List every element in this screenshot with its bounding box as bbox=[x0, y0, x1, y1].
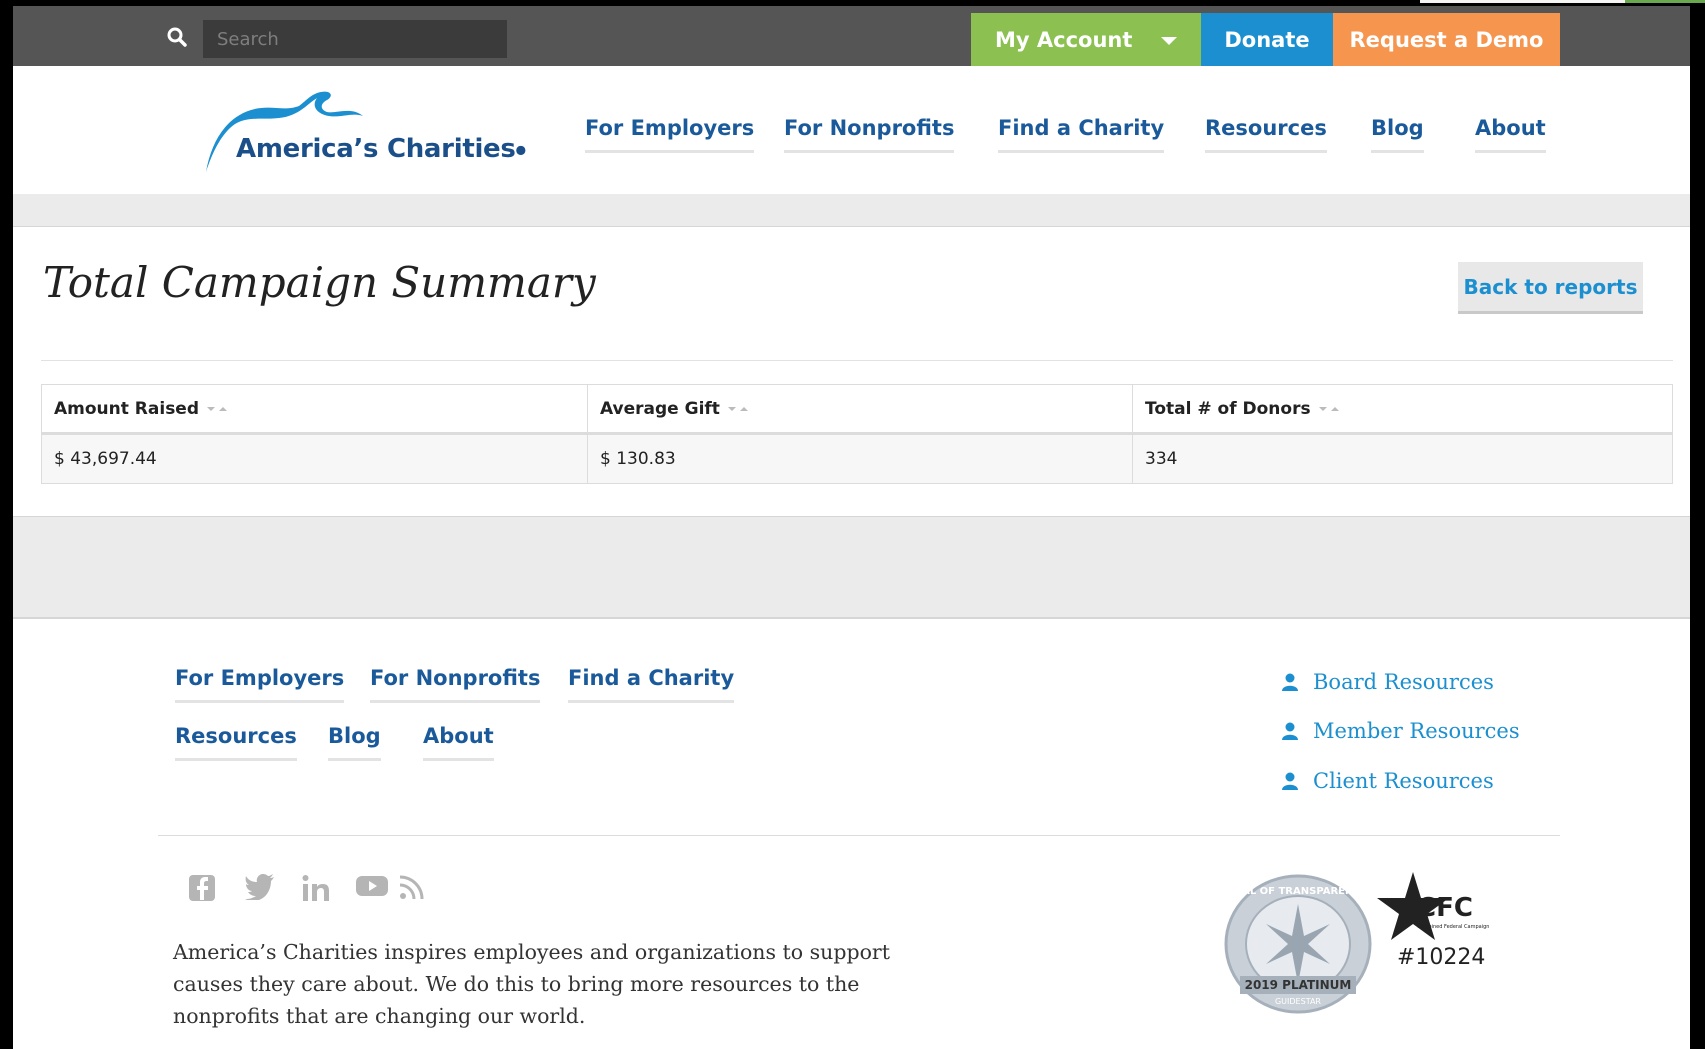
nav-for-employers[interactable]: For Employers bbox=[585, 116, 755, 153]
svg-text:Combined Federal Campaign: Combined Federal Campaign bbox=[1417, 924, 1489, 930]
donate-button[interactable]: Donate bbox=[1201, 13, 1333, 66]
footer-divider bbox=[158, 835, 1560, 836]
rss-icon[interactable] bbox=[399, 874, 425, 900]
column-header-average-gift[interactable]: Average Gift bbox=[587, 385, 1132, 435]
footer-link-find-a-charity[interactable]: Find a Charity bbox=[568, 666, 735, 703]
client-resources-link[interactable]: Client Resources bbox=[1281, 769, 1494, 793]
sort-icon bbox=[207, 406, 228, 411]
sort-icon bbox=[727, 406, 748, 411]
nav-about[interactable]: About bbox=[1475, 116, 1546, 153]
my-account-label: My Account bbox=[995, 27, 1133, 52]
footer-link-for-nonprofits[interactable]: For Nonprofits bbox=[370, 666, 541, 703]
content-band bbox=[13, 516, 1690, 619]
user-icon bbox=[1282, 722, 1298, 740]
table-cell-amount-raised: $ 43,697.44 bbox=[42, 435, 587, 483]
board-resources-link[interactable]: Board Resources bbox=[1281, 670, 1494, 694]
request-demo-button[interactable]: Request a Demo bbox=[1333, 13, 1560, 66]
footer-blurb: America’s Charities inspires employees a… bbox=[173, 940, 890, 1028]
svg-text:2019 PLATINUM: 2019 PLATINUM bbox=[1245, 978, 1352, 992]
twitter-icon[interactable] bbox=[245, 874, 275, 900]
footer-link-about[interactable]: About bbox=[423, 724, 494, 761]
back-to-reports-button[interactable]: Back to reports bbox=[1458, 262, 1643, 314]
nav-resources[interactable]: Resources bbox=[1205, 116, 1327, 153]
donate-label: Donate bbox=[1224, 27, 1310, 52]
footer-link-blog[interactable]: Blog bbox=[328, 724, 381, 761]
page-frame: My Account Donate Request a Demo America… bbox=[13, 6, 1690, 1049]
divider bbox=[41, 360, 1673, 361]
column-header-total-donors[interactable]: Total # of Donors bbox=[1132, 385, 1672, 435]
svg-text:CFC: CFC bbox=[1417, 893, 1473, 923]
site-header: America’s Charities● For Employers For N… bbox=[13, 66, 1690, 194]
caret-down-icon bbox=[1161, 37, 1177, 45]
request-demo-label: Request a Demo bbox=[1349, 27, 1544, 52]
linkedin-icon[interactable] bbox=[301, 874, 331, 902]
member-resources-link[interactable]: Member Resources bbox=[1281, 719, 1520, 743]
corner-accent bbox=[1625, 0, 1705, 3]
facebook-icon[interactable] bbox=[188, 874, 216, 902]
footer-link-resources[interactable]: Resources bbox=[175, 724, 297, 761]
user-icon bbox=[1282, 772, 1298, 790]
cfc-number: #10224 bbox=[1397, 945, 1486, 970]
logo-text: America’s Charities● bbox=[236, 134, 526, 164]
sort-icon bbox=[1318, 406, 1339, 411]
youtube-icon[interactable] bbox=[356, 874, 388, 898]
table-cell-average-gift: $ 130.83 bbox=[587, 435, 1132, 483]
search-input[interactable] bbox=[203, 20, 507, 58]
table-cell-total-donors: 334 bbox=[1132, 435, 1672, 483]
column-header-amount-raised[interactable]: Amount Raised bbox=[42, 385, 587, 435]
summary-table: Amount Raised Average Gift Total # of Do… bbox=[41, 384, 1673, 484]
header-band bbox=[13, 194, 1690, 227]
nav-blog[interactable]: Blog bbox=[1371, 116, 1424, 153]
nav-for-nonprofits[interactable]: For Nonprofits bbox=[784, 116, 955, 153]
footer-link-for-employers[interactable]: For Employers bbox=[175, 666, 345, 703]
svg-text:GUIDESTAR: GUIDESTAR bbox=[1275, 997, 1321, 1006]
my-account-button[interactable]: My Account bbox=[971, 13, 1201, 66]
americas-charities-logo[interactable]: America’s Charities● bbox=[203, 88, 526, 174]
page-title: Total Campaign Summary bbox=[43, 258, 596, 307]
svg-text:SEAL OF TRANSPARENCY: SEAL OF TRANSPARENCY bbox=[1228, 886, 1369, 897]
back-to-reports-label: Back to reports bbox=[1463, 274, 1638, 299]
nav-find-a-charity[interactable]: Find a Charity bbox=[998, 116, 1165, 153]
guidestar-seal-icon: SEAL OF TRANSPARENCY 2019 PLATINUM GUIDE… bbox=[1224, 874, 1372, 1014]
user-icon bbox=[1282, 673, 1298, 691]
search-icon[interactable] bbox=[167, 27, 187, 47]
top-bar: My Account Donate Request a Demo bbox=[13, 6, 1690, 66]
